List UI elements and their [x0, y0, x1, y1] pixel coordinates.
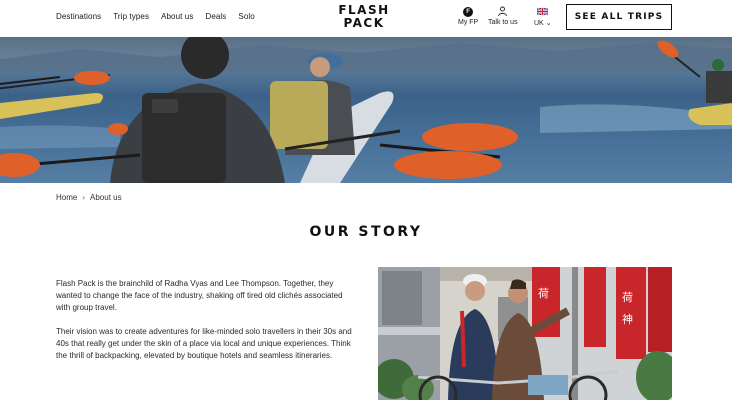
region-label: UK ⌄	[534, 19, 552, 27]
story-paragraph-2: Their vision was to create adventures fo…	[56, 327, 352, 360]
talk-to-us-label: Talk to us	[488, 19, 518, 26]
site-header: Destinations Trip types About us Deals S…	[0, 0, 732, 37]
chevron-right-icon: ›	[82, 193, 86, 202]
my-fp-icon: F	[463, 6, 474, 17]
uk-flag-icon	[537, 6, 549, 17]
chevron-down-icon: ⌄	[545, 20, 552, 27]
region-selector[interactable]: UK ⌄	[534, 6, 552, 27]
person-icon	[497, 6, 508, 17]
my-fp-button[interactable]: F My FP	[458, 6, 478, 26]
svg-text:荷: 荷	[622, 291, 633, 304]
hero-image	[0, 37, 732, 183]
nav-about-us[interactable]: About us	[161, 12, 193, 21]
my-fp-icon-letter: F	[463, 6, 474, 17]
founders-photo: 荷 荷 神	[378, 267, 672, 400]
breadcrumb-home[interactable]: Home	[56, 193, 77, 202]
nav-solo[interactable]: Solo	[238, 12, 254, 21]
main-nav: Destinations Trip types About us Deals S…	[56, 12, 267, 21]
page-title: OUR STORY	[309, 224, 423, 240]
flash-pack-logo[interactable]: FLASH PACK	[338, 4, 390, 30]
breadcrumb-current: About us	[90, 193, 122, 202]
svg-text:神: 神	[622, 312, 633, 326]
nav-destinations[interactable]: Destinations	[56, 12, 101, 21]
story-paragraph-1: Flash Pack is the brainchild of Radha Vy…	[56, 279, 343, 312]
my-fp-label: My FP	[458, 19, 479, 26]
see-all-trips-button[interactable]: SEE ALL TRIPS	[566, 4, 672, 30]
region-code: UK	[534, 20, 544, 27]
nav-trip-types[interactable]: Trip types	[113, 12, 149, 21]
breadcrumb: Home › About us	[56, 193, 122, 202]
nav-deals[interactable]: Deals	[205, 12, 226, 21]
talk-to-us-button[interactable]: Talk to us	[488, 6, 518, 26]
kayakers-illustration	[0, 37, 732, 183]
logo-line-2: PACK	[343, 16, 385, 30]
svg-text:荷: 荷	[538, 287, 549, 300]
founders-illustration: 荷 荷 神	[378, 267, 672, 400]
